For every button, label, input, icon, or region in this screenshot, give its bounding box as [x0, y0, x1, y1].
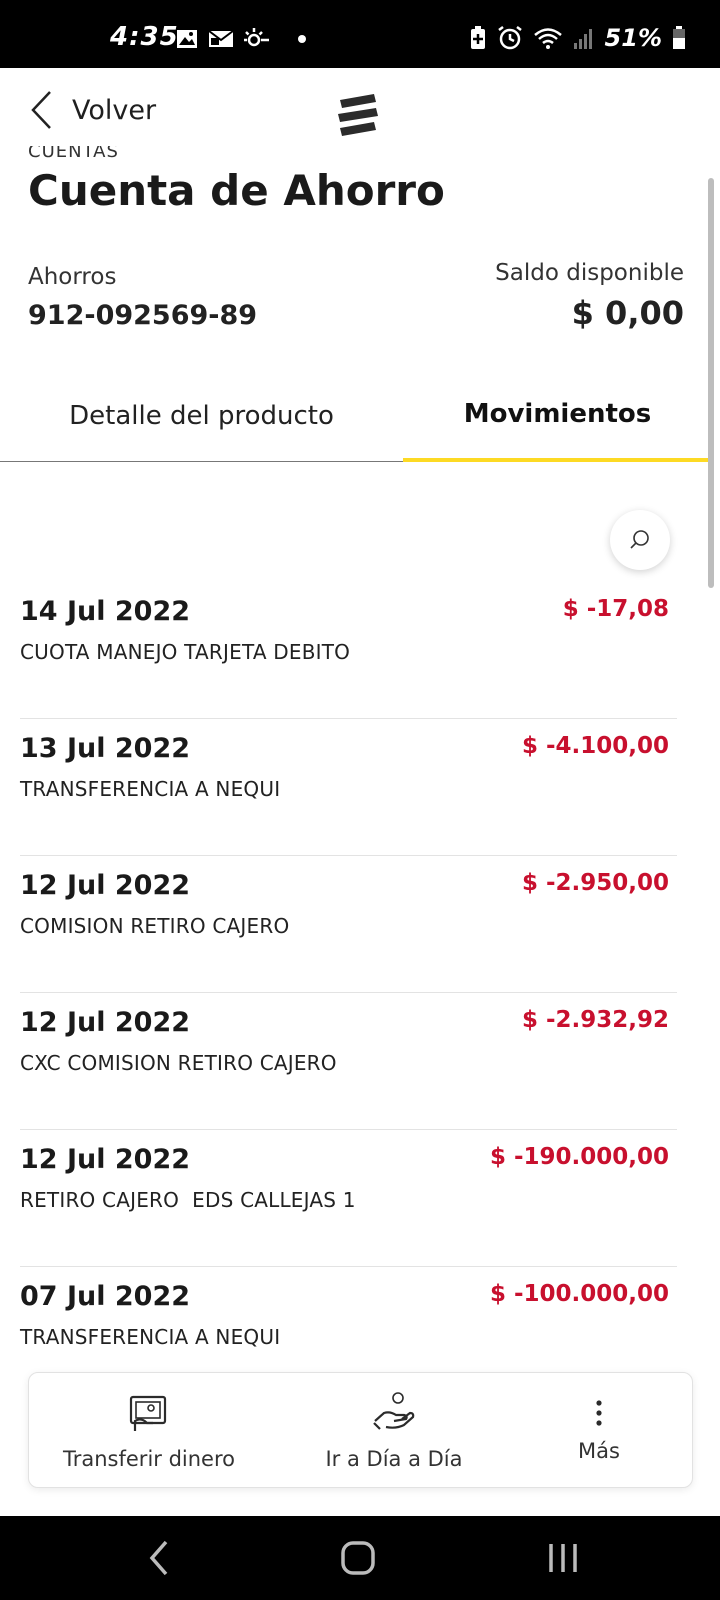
- movement-description: TRANSFERENCIA A NEQUI: [20, 1325, 281, 1349]
- dot-icon: [298, 35, 306, 43]
- back-label: Volver: [72, 94, 157, 126]
- list-item[interactable]: 12 Jul 2022 RETIRO CAJERO EDS CALLEJAS 1…: [20, 1130, 677, 1267]
- quick-actions-card: Transferir dinero Ir a Día a Día Más: [28, 1372, 693, 1488]
- more-vertical-icon: [596, 1400, 602, 1426]
- status-time: 4:35: [110, 22, 179, 52]
- battery-saver-icon: [470, 26, 485, 49]
- nav-home-icon[interactable]: [340, 1538, 376, 1578]
- mail-icon: [208, 30, 234, 47]
- movement-date: 12 Jul 2022: [20, 870, 191, 901]
- movement-amount: $ -17,08: [562, 596, 669, 622]
- go-dia-a-dia-label: Ir a Día a Día: [325, 1447, 463, 1471]
- list-item[interactable]: 13 Jul 2022 TRANSFERENCIA A NEQUI $ -4.1…: [20, 719, 677, 856]
- system-nav-bar: [0, 1516, 720, 1600]
- account-number: 912-092569-89: [28, 300, 258, 331]
- movement-date: 12 Jul 2022: [20, 1144, 191, 1175]
- movement-amount: $ -4.100,00: [521, 733, 669, 759]
- movements-list: 14 Jul 2022 CUOTA MANEJO TARJETA DEBITO …: [20, 582, 677, 1404]
- wifi-icon: [533, 28, 562, 49]
- movement-amount: $ -190.000,00: [489, 1144, 669, 1170]
- balance-label: Saldo disponible: [495, 260, 684, 286]
- page-title: Cuenta de Ahorro: [28, 166, 445, 215]
- movement-date: 13 Jul 2022: [20, 733, 191, 764]
- movement-description: CXC COMISION RETIRO CAJERO: [20, 1051, 337, 1075]
- movement-description: TRANSFERENCIA A NEQUI: [20, 777, 281, 801]
- movement-date: 07 Jul 2022: [20, 1281, 191, 1312]
- list-item[interactable]: 12 Jul 2022 COMISION RETIRO CAJERO $ -2.…: [20, 856, 677, 993]
- movement-description: COMISION RETIRO CAJERO: [20, 914, 290, 938]
- nav-back-icon[interactable]: [146, 1538, 170, 1578]
- section-label: CUENTAS: [28, 146, 119, 158]
- sun-icon: [244, 28, 269, 47]
- status-bar: 4:35 51%: [0, 0, 720, 68]
- tab-product-detail[interactable]: Detalle del producto: [0, 370, 403, 462]
- search-icon: [630, 530, 649, 549]
- movement-amount: $ -2.950,00: [521, 870, 669, 896]
- tab-bar: Detalle del producto Movimientos: [0, 370, 712, 462]
- balance-value: $ 0,00: [571, 294, 684, 332]
- battery-percent: 51%: [604, 24, 662, 52]
- list-item[interactable]: 12 Jul 2022 CXC COMISION RETIRO CAJERO $…: [20, 993, 677, 1130]
- signal-icon: [573, 29, 592, 49]
- hand-coin-icon: [373, 1392, 415, 1430]
- header: Volver: [0, 68, 720, 152]
- nav-recents-icon[interactable]: [546, 1538, 580, 1578]
- transfer-money-button[interactable]: Transferir dinero: [49, 1373, 249, 1489]
- search-button[interactable]: [610, 510, 670, 570]
- list-item[interactable]: 14 Jul 2022 CUOTA MANEJO TARJETA DEBITO …: [20, 582, 677, 719]
- movement-description: CUOTA MANEJO TARJETA DEBITO: [20, 640, 351, 664]
- movement-date: 12 Jul 2022: [20, 1007, 191, 1038]
- back-button[interactable]: Volver: [30, 86, 156, 134]
- bancolombia-logo: [338, 94, 378, 136]
- movement-amount: $ -100.000,00: [489, 1281, 669, 1307]
- transfer-money-icon: [129, 1395, 167, 1431]
- more-label: Más: [578, 1439, 620, 1463]
- chevron-left-icon: [31, 91, 51, 129]
- image-icon: [177, 30, 197, 48]
- movement-date: 14 Jul 2022: [20, 596, 191, 627]
- alarm-icon: [497, 26, 522, 50]
- movement-description: RETIRO CAJERO EDS CALLEJAS 1: [20, 1188, 356, 1212]
- go-dia-a-dia-button[interactable]: Ir a Día a Día: [284, 1373, 504, 1489]
- account-type: Ahorros: [28, 264, 117, 290]
- battery-icon: [673, 26, 685, 49]
- movement-amount: $ -2.932,92: [521, 1007, 669, 1033]
- scrollbar[interactable]: [708, 178, 714, 588]
- transfer-money-label: Transferir dinero: [63, 1447, 235, 1471]
- tab-movements[interactable]: Movimientos: [403, 370, 712, 462]
- more-button[interactable]: Más: [529, 1373, 669, 1489]
